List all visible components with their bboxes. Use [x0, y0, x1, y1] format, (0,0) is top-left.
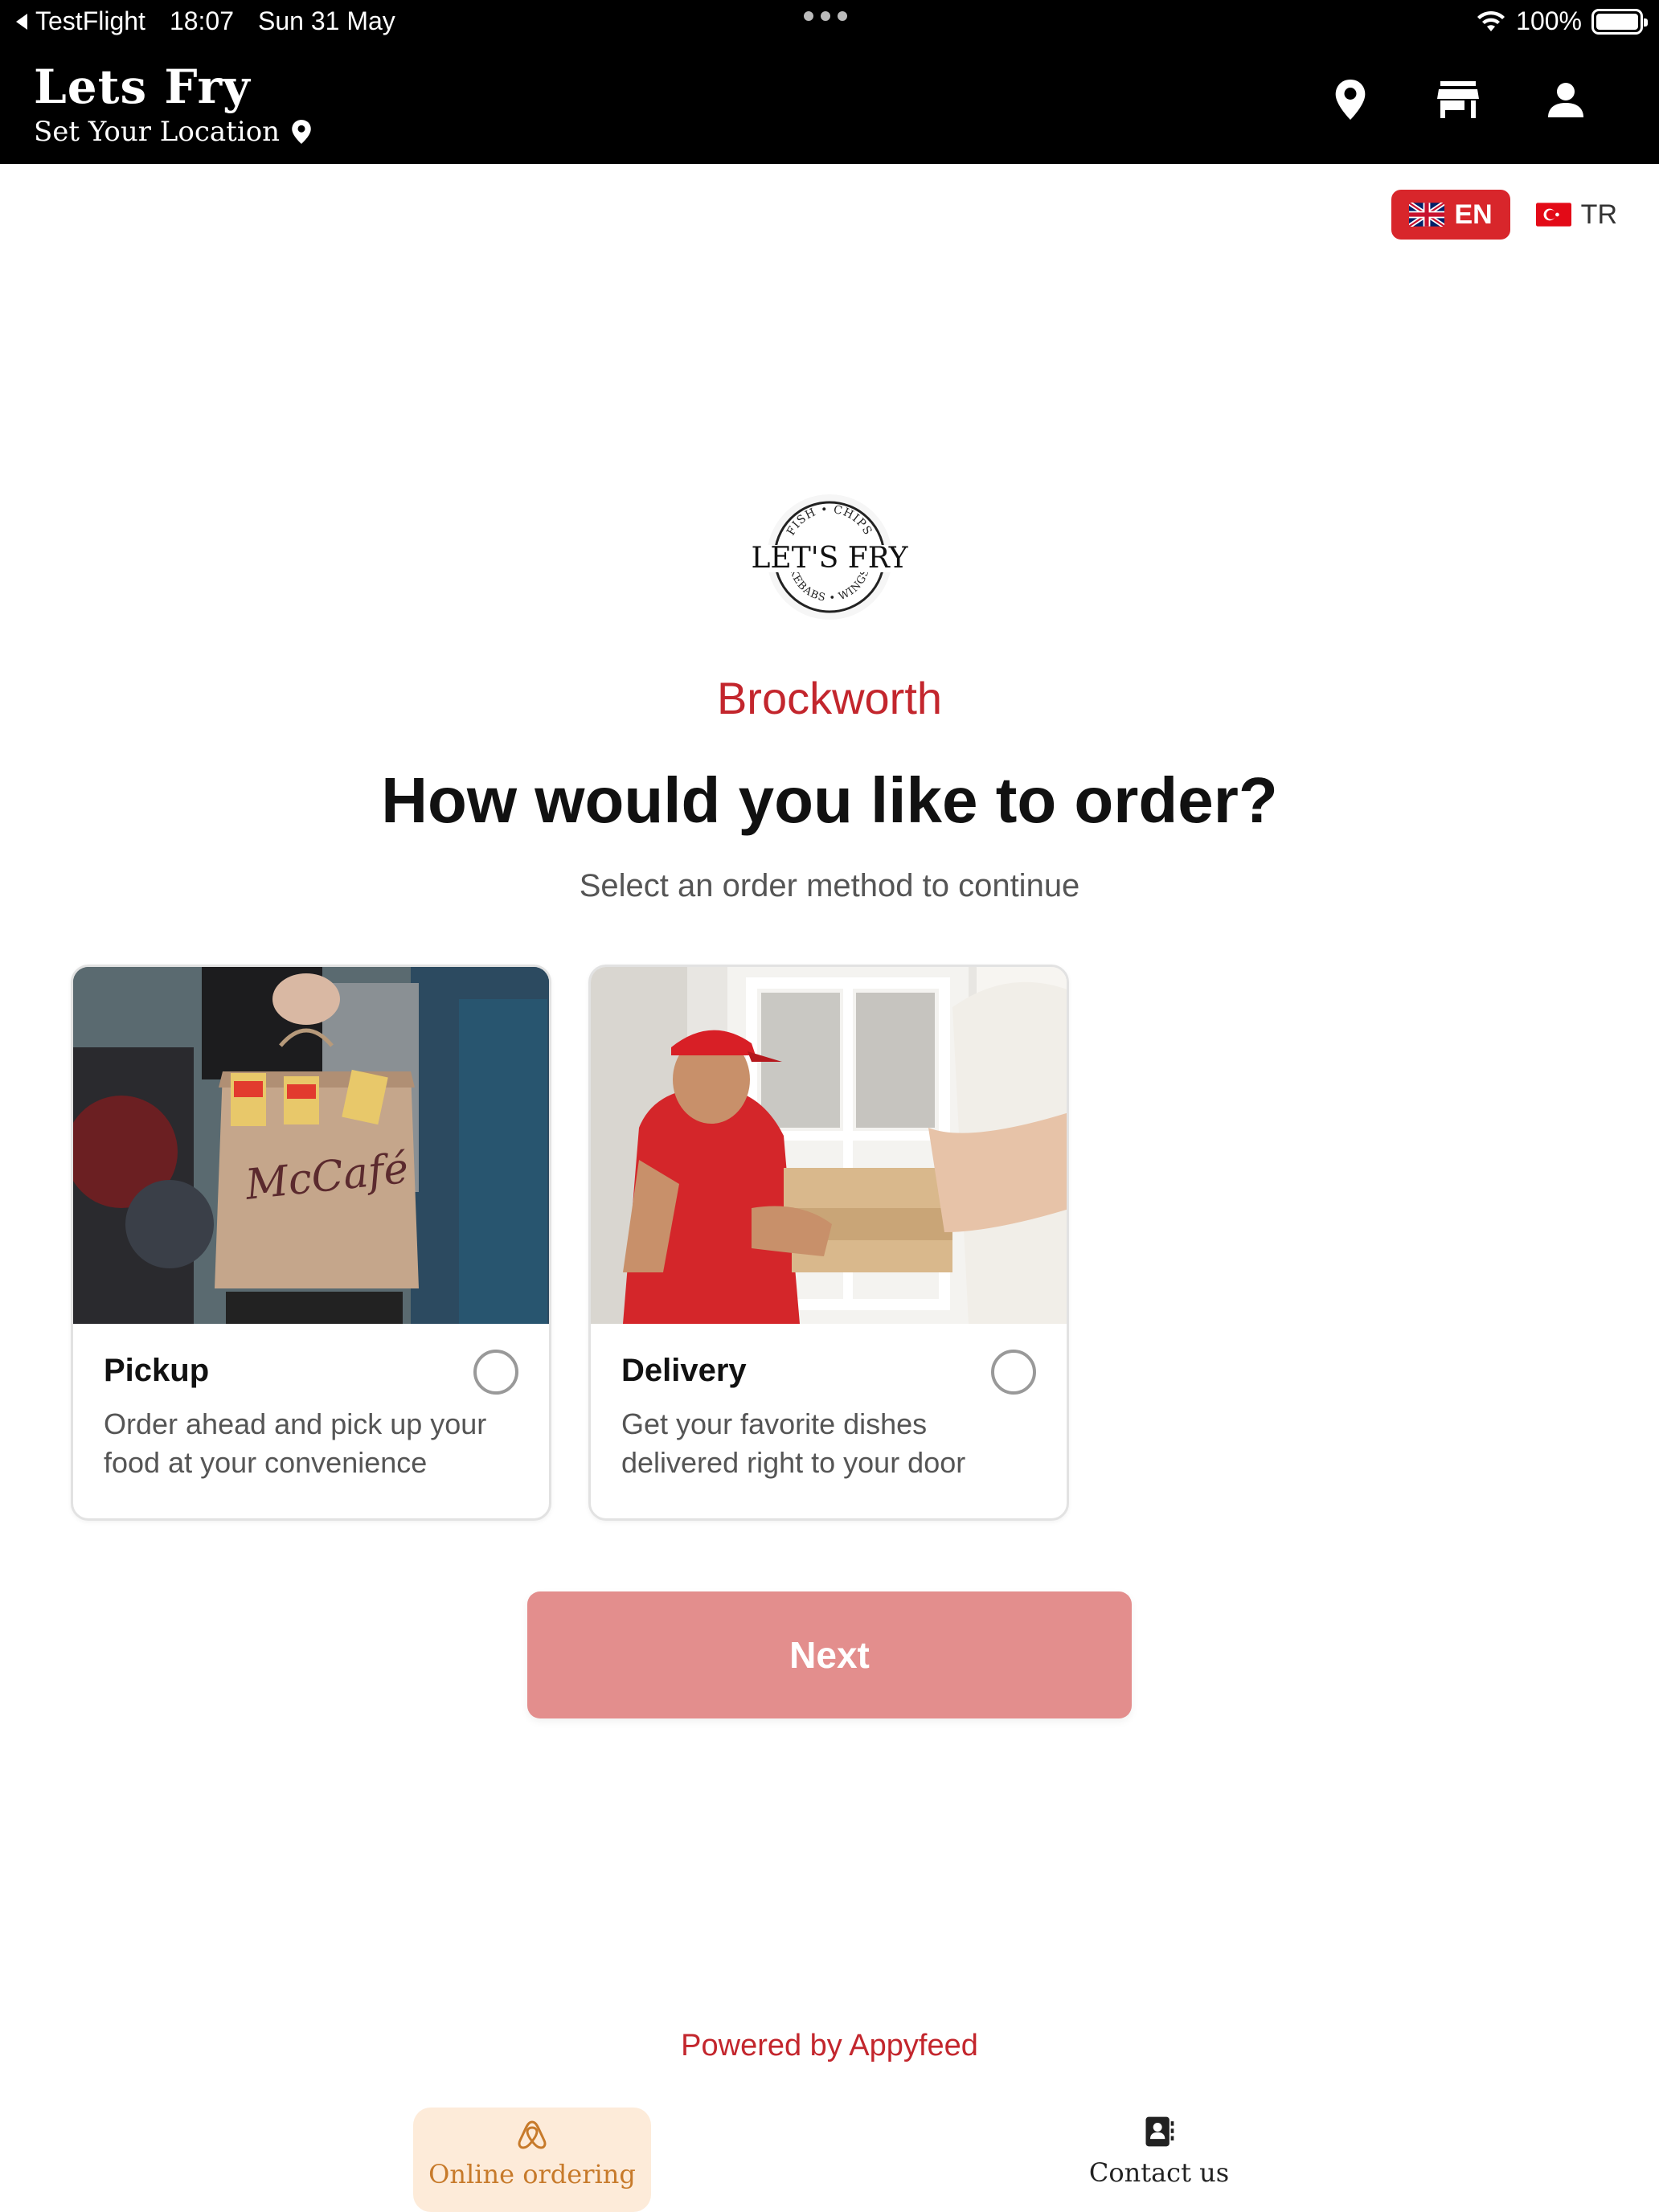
- status-date: Sun 31 May: [258, 6, 395, 35]
- language-tr-label: TR: [1580, 199, 1617, 230]
- nav-contact-us-label: Contact us: [1088, 2157, 1230, 2188]
- app-header: Lets Fry Set Your Location: [0, 43, 1659, 164]
- next-button[interactable]: Next: [527, 1591, 1132, 1718]
- contacts-book-icon: [1145, 2116, 1174, 2147]
- delivery-title: Delivery: [621, 1353, 747, 1388]
- pickup-card-body: Pickup Order ahead and pick up your food…: [73, 1324, 549, 1482]
- set-location-button[interactable]: Set Your Location: [34, 116, 312, 148]
- back-arrow-icon: [16, 13, 27, 30]
- pickup-option-card[interactable]: McCafé Pickup Order ahead and pick up yo…: [71, 965, 551, 1521]
- header-actions: [1328, 77, 1588, 122]
- store-icon[interactable]: [1436, 77, 1481, 122]
- language-en-button[interactable]: EN: [1391, 190, 1510, 240]
- powered-by-link[interactable]: Powered by Appyfeed: [0, 2029, 1659, 2063]
- language-en-label: EN: [1454, 199, 1493, 230]
- svg-text:LET'S FRY: LET'S FRY: [752, 542, 909, 575]
- set-location-label: Set Your Location: [34, 116, 281, 148]
- language-switcher: EN TR: [1391, 190, 1617, 240]
- page-title: How would you like to order?: [381, 764, 1278, 836]
- app-title: Lets Fry: [34, 59, 251, 114]
- store-name: Brockworth: [716, 673, 943, 723]
- pickup-description: Order ahead and pick up your food at you…: [104, 1407, 487, 1479]
- status-time: 18:07: [169, 6, 235, 35]
- location-pin-small-icon: [292, 120, 311, 144]
- pickup-radio[interactable]: [473, 1350, 518, 1395]
- airbnb-style-logo-icon: [518, 2120, 547, 2149]
- pickup-title: Pickup: [104, 1353, 210, 1388]
- multitasking-dots-icon[interactable]: [804, 11, 847, 21]
- status-left: TestFlight 18:07 Sun 31 May: [14, 6, 395, 36]
- delivery-radio[interactable]: [991, 1350, 1036, 1395]
- lets-fry-logo: FISH • CHIPS KEBABS • WINGS LET'S FRY: [741, 487, 918, 624]
- battery-icon: [1591, 8, 1648, 35]
- pickup-photo: McCafé: [73, 967, 549, 1324]
- location-pin-icon[interactable]: [1328, 77, 1373, 122]
- nav-online-ordering-label: Online ordering: [428, 2159, 636, 2189]
- back-app-label: TestFlight: [35, 6, 145, 35]
- battery-percent: 100%: [1516, 6, 1582, 35]
- delivery-photo: [591, 967, 1067, 1324]
- account-icon[interactable]: [1543, 77, 1588, 122]
- delivery-description: Get your favorite dishes delivered right…: [621, 1407, 966, 1479]
- status-right: 100%: [1476, 6, 1648, 36]
- page-subtitle: Select an order method to continue: [579, 868, 1080, 903]
- nav-contact-us[interactable]: Contact us: [1074, 2114, 1244, 2188]
- nav-online-ordering[interactable]: Online ordering: [413, 2108, 651, 2212]
- status-bar: TestFlight 18:07 Sun 31 May 100%: [0, 0, 1659, 43]
- turkey-flag-icon: [1535, 203, 1571, 227]
- wifi-icon: [1477, 10, 1505, 31]
- language-tr-button[interactable]: TR: [1535, 199, 1617, 231]
- uk-flag-icon: [1409, 203, 1445, 227]
- delivery-card-body: Delivery Get your favorite dishes delive…: [591, 1324, 1067, 1482]
- back-to-testflight[interactable]: TestFlight: [14, 6, 145, 36]
- brand-block: Lets Fry Set Your Location: [34, 58, 312, 148]
- delivery-option-card[interactable]: Delivery Get your favorite dishes delive…: [588, 965, 1069, 1521]
